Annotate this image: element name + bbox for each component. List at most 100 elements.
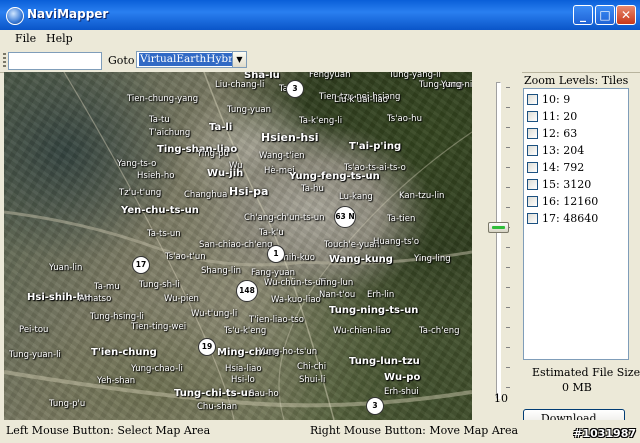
map-place-label: Tz'u-t'ung — [119, 188, 162, 198]
file-size-label: Estimated File Size: — [532, 366, 640, 379]
map-place-label: Yung-ho-ts'un — [259, 347, 318, 357]
map-place-label: Ta-tien — [387, 214, 416, 224]
map-place-label: Liu-chang-li — [215, 80, 265, 90]
zoom-level-label: 16: 12160 — [542, 195, 599, 208]
menu-help[interactable]: Help — [46, 32, 73, 45]
map-place-label: Wang-kung — [329, 254, 393, 265]
slider-tick — [506, 147, 510, 148]
map-place-label: Yeh-shan — [97, 376, 136, 386]
zoom-level-checkbox[interactable] — [527, 111, 538, 122]
zoom-level-checkbox[interactable] — [527, 213, 538, 224]
map-place-label: Shang-lin — [201, 266, 241, 276]
slider-tick — [506, 127, 510, 128]
map-place-label: T'ien-liao-tso — [249, 315, 304, 325]
route-shield-icon: 3 — [366, 397, 384, 415]
slider-tick — [506, 107, 510, 108]
map-view[interactable]: Sha-lu Fengyuan Tung-yang-li Tung-yang Yung-… — [4, 72, 472, 420]
title-bar: NaviMapper _ □ ✕ — [0, 0, 640, 30]
map-place-label: Chu-shan — [197, 402, 238, 412]
map-place-label: Tung-chi-ts-un — [174, 388, 256, 399]
zoom-level-label: 14: 792 — [542, 161, 585, 174]
map-place-label: T'ien-chung — [91, 347, 157, 358]
map-place-label: Kan-tzu-lin — [399, 191, 445, 201]
map-place-label: Ch'ang-ch'un-ts-un — [244, 213, 325, 223]
slider-tick — [506, 267, 510, 268]
map-place-label: Wu-jih — [207, 168, 244, 179]
slider-tick — [506, 287, 510, 288]
map-place-label: Wu-t'ung-li — [191, 309, 238, 319]
zoom-level-checkbox[interactable] — [527, 128, 538, 139]
map-source-select[interactable]: VirtualEarthHybrid ▼ — [136, 51, 247, 68]
zoom-level-checkbox[interactable] — [527, 162, 538, 173]
map-place-label: Yung-chao-li — [131, 364, 183, 374]
map-place-label: Hsi-lo — [231, 375, 255, 385]
window-title: NaviMapper — [27, 7, 109, 21]
status-right: Right Mouse Button: Move Map Area — [310, 424, 519, 437]
location-input[interactable] — [8, 52, 102, 70]
route-shield-icon: 1 — [267, 245, 285, 263]
app-globe-icon — [6, 7, 24, 25]
slider-tick — [506, 207, 510, 208]
menu-file[interactable]: File — [15, 32, 36, 45]
slider-tick — [506, 307, 510, 308]
zoom-level-label: 15: 3120 — [542, 178, 592, 191]
map-place-label: Ta-k'eng-li — [299, 116, 343, 126]
map-source-value: VirtualEarthHybrid — [139, 53, 245, 66]
map-place-label: Yang-ts-o — [117, 159, 157, 169]
map-place-label: Wa-kuo-liao — [271, 295, 321, 305]
zoom-slider[interactable]: 10 — [472, 72, 522, 420]
map-place-label: Ta-k'u — [259, 228, 284, 238]
zoom-level-label: 10: 9 — [542, 93, 571, 106]
chevron-down-icon[interactable]: ▼ — [232, 52, 246, 67]
route-shield-icon: 17 — [132, 256, 150, 274]
minimize-button[interactable]: _ — [573, 5, 593, 25]
map-place-label: Wu-pien — [164, 294, 199, 304]
route-shield-icon: 148 — [236, 280, 258, 302]
slider-tick — [506, 327, 510, 328]
zoom-level-label: 13: 204 — [542, 144, 585, 157]
maximize-button[interactable]: □ — [595, 5, 615, 25]
map-place-label: Wu-chien-liao — [333, 326, 391, 336]
map-place-label: Pei-tou — [19, 325, 49, 335]
zoom-level-value: 10 — [494, 392, 508, 405]
goto-label: Goto — [108, 54, 135, 67]
map-place-label: T'ai-p'ing — [349, 141, 402, 152]
map-place-label: Erh-shui — [384, 387, 419, 397]
route-shield-icon: 3 — [286, 80, 304, 98]
zoom-level-checkbox[interactable] — [527, 179, 538, 190]
toolbar: Goto VirtualEarthHybrid ▼ — [0, 49, 640, 73]
map-place-label: Ts'u-k'eng — [224, 326, 267, 336]
map-place-label: Tung-ning-ts-un — [329, 305, 419, 316]
zoom-level-label: 12: 63 — [542, 127, 578, 140]
map-place-label: Ying-pu — [197, 149, 229, 159]
map-place-label: Hsi-pa — [229, 185, 269, 198]
map-place-label: Ta-mu — [94, 282, 120, 292]
map-place-label: Ts'ao-ts-ai-ts-o — [344, 163, 406, 173]
map-place-label: Ta-li — [209, 122, 233, 133]
map-place-label: Ta-ch'eng — [419, 326, 460, 336]
zoom-level-checkbox[interactable] — [527, 145, 538, 156]
zoom-level-checkbox[interactable] — [527, 94, 538, 105]
map-place-label: Yuan-lin — [49, 263, 83, 273]
close-button[interactable]: ✕ — [616, 5, 636, 25]
map-place-label: Tung-yuan-li — [9, 350, 61, 360]
map-place-label: Ta-tu — [149, 115, 170, 125]
slider-thumb[interactable] — [488, 222, 509, 233]
map-place-label: Tien-ting-wei — [131, 322, 187, 332]
map-place-label: Tung-yuan — [227, 105, 272, 115]
route-shield-icon: 63 N — [334, 206, 356, 228]
map-place-label: Erh-lin — [367, 290, 395, 300]
map-place-label: T'aichung — [149, 128, 191, 138]
toolbar-grip-icon[interactable] — [3, 53, 6, 68]
map-place-label: Tien-chung-yang — [127, 94, 199, 104]
map-place-label: Wu-po — [384, 372, 421, 383]
map-place-label: Fengyuan — [309, 72, 351, 80]
map-place-label: Nan-t'ou — [319, 290, 356, 300]
slider-tick — [506, 247, 510, 248]
slider-tick — [506, 347, 510, 348]
map-place-label: Hsien-hsi — [261, 131, 319, 144]
slider-tick — [506, 387, 510, 388]
zoom-level-label: 11: 20 — [542, 110, 578, 123]
zoom-level-checkbox[interactable] — [527, 196, 538, 207]
map-place-label: Tung-hsing-li — [90, 312, 144, 322]
